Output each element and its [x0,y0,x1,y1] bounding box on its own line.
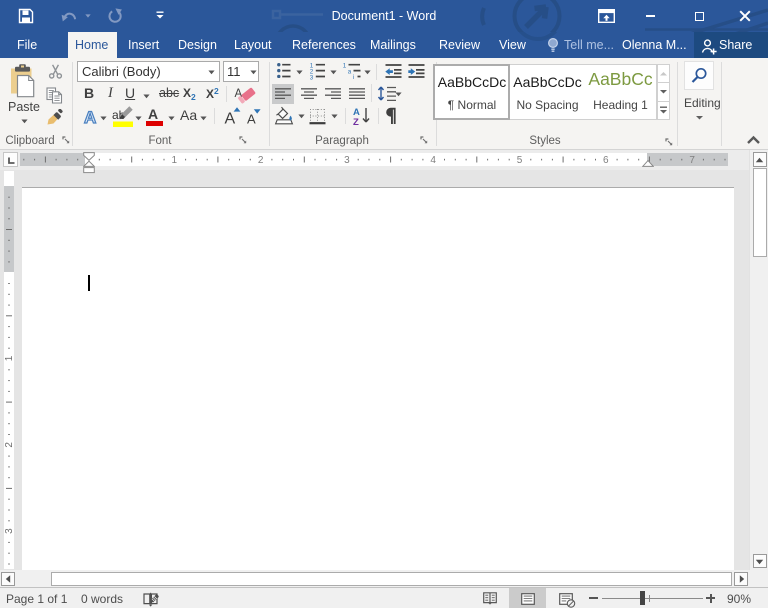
svg-text:1: 1 [172,155,178,166]
svg-text:3: 3 [344,155,350,166]
svg-text:A: A [225,111,236,126]
svg-text:6: 6 [603,155,609,166]
svg-text:3: 3 [310,75,314,81]
svg-text:a: a [348,68,352,75]
svg-text:i: i [353,74,354,80]
svg-text:3: 3 [4,528,14,534]
svg-text:4: 4 [430,155,436,166]
svg-text:2: 2 [4,442,14,448]
svg-text:7: 7 [689,155,695,166]
svg-text:A: A [84,108,96,126]
svg-text:A: A [247,112,256,126]
svg-text:5: 5 [517,155,523,166]
svg-text:1: 1 [343,62,347,69]
svg-text:Z: Z [353,117,359,126]
svg-text:2: 2 [258,155,264,166]
svg-text:1: 1 [4,355,14,361]
